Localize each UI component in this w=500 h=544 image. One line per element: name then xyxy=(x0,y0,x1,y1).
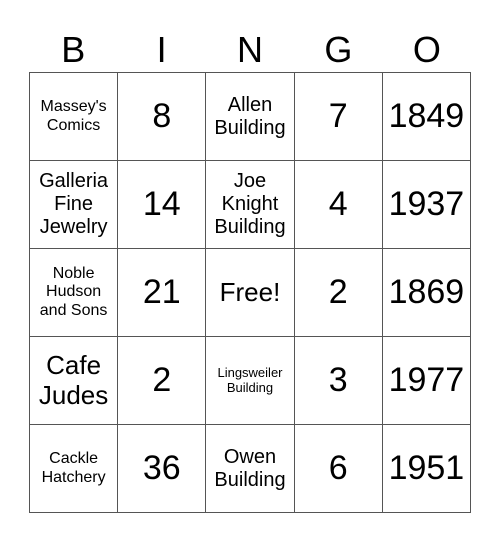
bingo-cell[interactable]: 36 xyxy=(118,425,207,513)
bingo-cell[interactable]: Cafe Judes xyxy=(30,337,119,425)
bingo-cell[interactable]: Massey's Comics xyxy=(30,73,119,161)
bingo-cell[interactable]: Owen Building xyxy=(206,425,295,513)
bingo-cell[interactable]: 2 xyxy=(118,337,207,425)
bingo-cell[interactable]: 1849 xyxy=(382,73,471,161)
bingo-cell[interactable]: 4 xyxy=(294,161,383,249)
free-space-cell[interactable]: Free! xyxy=(206,249,295,337)
bingo-cell[interactable]: 21 xyxy=(118,249,207,337)
bingo-cell[interactable]: 3 xyxy=(294,337,383,425)
header-letter-o: O xyxy=(412,29,441,70)
bingo-cell[interactable]: 8 xyxy=(118,73,207,161)
bingo-cell[interactable]: 7 xyxy=(294,73,383,161)
bingo-cell[interactable]: Galleria Fine Jewelry xyxy=(30,161,119,249)
bingo-cell[interactable]: Cackle Hatchery xyxy=(30,425,119,513)
header-letter-b: B xyxy=(61,29,86,70)
bingo-cell[interactable]: Noble Hudson and Sons xyxy=(30,249,119,337)
bingo-cell[interactable]: 6 xyxy=(294,425,383,513)
header-letter-g: G xyxy=(324,29,353,70)
bingo-cell[interactable]: Allen Building xyxy=(206,73,295,161)
header-letter-i: I xyxy=(156,29,167,70)
bingo-cell[interactable]: 1869 xyxy=(382,249,471,337)
bingo-grid: Massey's Comics 8 Allen Building 7 1849 … xyxy=(29,72,471,513)
bingo-cell[interactable]: 1937 xyxy=(382,161,471,249)
bingo-header: B I N G O xyxy=(29,28,471,72)
bingo-cell[interactable]: 14 xyxy=(118,161,207,249)
bingo-cell[interactable]: Joe Knight Building xyxy=(206,161,295,249)
header-letter-n: N xyxy=(237,29,264,70)
bingo-cell[interactable]: 1977 xyxy=(382,337,471,425)
bingo-cell[interactable]: 1951 xyxy=(382,425,471,513)
bingo-cell[interactable]: 2 xyxy=(294,249,383,337)
bingo-cell[interactable]: Lingsweiler Building xyxy=(206,337,295,425)
